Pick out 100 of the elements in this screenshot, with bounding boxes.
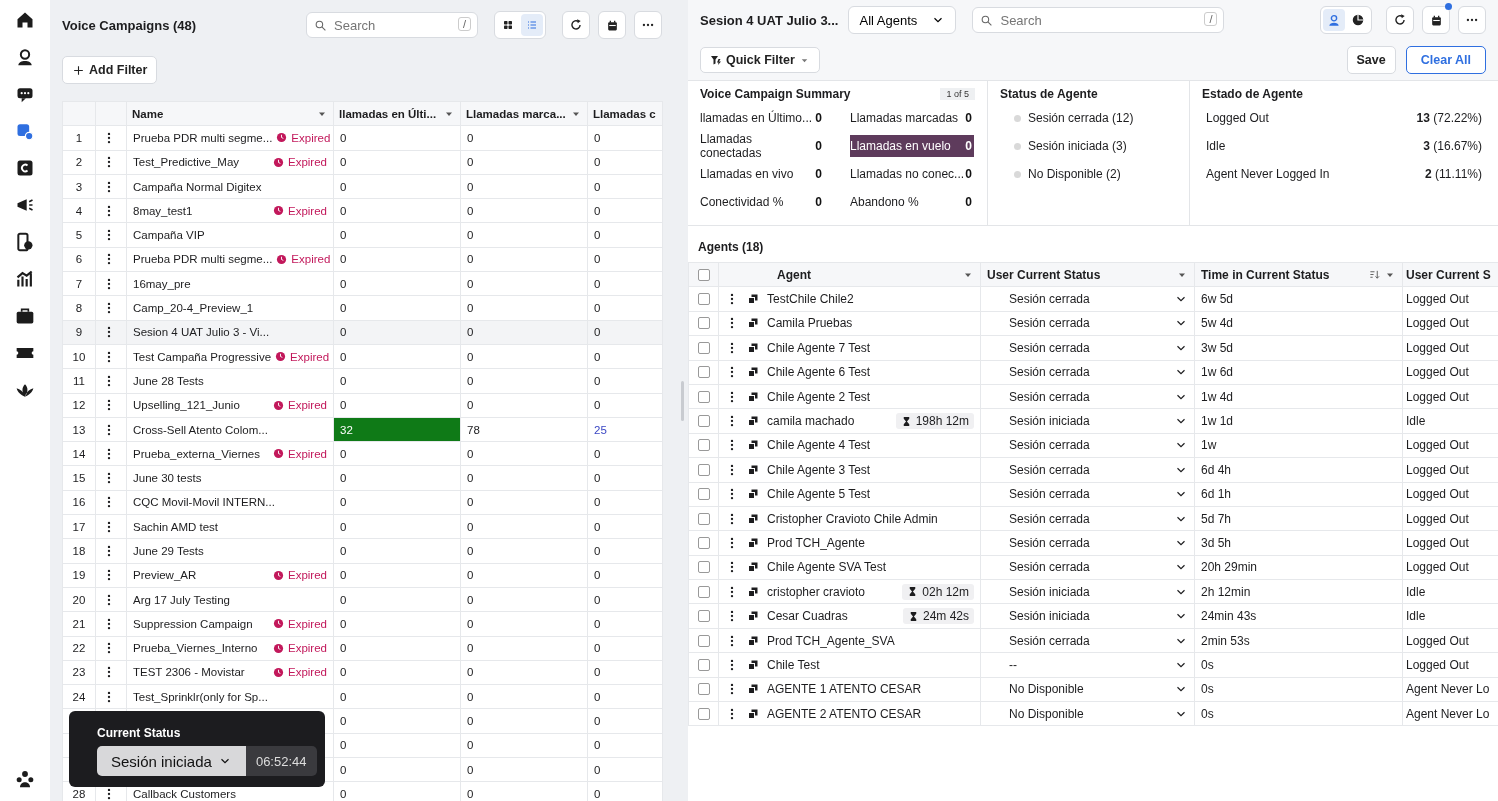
table-link[interactable]: 25 — [587, 417, 663, 442]
checkbox[interactable] — [697, 683, 710, 696]
checkbox[interactable] — [697, 585, 710, 598]
c-square-icon[interactable] — [15, 158, 35, 178]
column-header[interactable]: Name — [126, 101, 334, 126]
status-dropdown[interactable]: Sesión iniciada — [980, 603, 1195, 629]
checkbox[interactable] — [697, 610, 710, 623]
campaign-name-cell[interactable]: Campaña Normal Digitex — [126, 174, 334, 199]
campaign-name-cell[interactable]: June 29 Tests — [126, 538, 334, 564]
checkbox[interactable] — [697, 658, 710, 671]
table-cell: 0 — [587, 150, 663, 175]
refresh-button[interactable] — [1386, 6, 1414, 34]
status-dropdown[interactable]: No Disponible — [980, 701, 1195, 726]
refresh-button[interactable] — [562, 11, 590, 39]
calendar-button[interactable] — [598, 11, 626, 39]
status-dropdown[interactable]: Sesión cerrada — [980, 433, 1195, 458]
status-dropdown[interactable]: Sesión iniciada — [97, 746, 246, 776]
section-title: Agents (18) — [697, 239, 765, 256]
campaign-name-cell[interactable]: Campaña VIP — [126, 223, 334, 248]
checkbox[interactable] — [697, 366, 710, 379]
checkbox[interactable] — [697, 341, 710, 354]
metric: Llamadas conectadas 0 — [700, 135, 823, 157]
campaign-name-cell[interactable]: Test_Sprinklr(only for Sp... — [126, 684, 334, 709]
column-header[interactable]: User Current S — [1402, 262, 1498, 287]
checkbox[interactable] — [697, 317, 710, 330]
checkbox[interactable] — [697, 634, 710, 647]
status-dropdown[interactable]: Sesión cerrada — [980, 384, 1195, 409]
status-dropdown[interactable]: Sesión iniciada — [980, 408, 1195, 434]
checkbox[interactable] — [697, 537, 710, 549]
checkbox[interactable] — [697, 293, 710, 306]
checkbox[interactable] — [697, 488, 710, 501]
status-dropdown[interactable]: Sesión cerrada — [980, 482, 1195, 507]
checkbox[interactable] — [697, 463, 710, 476]
campaign-name-cell[interactable]: Prueba PDR multi segme... Expired — [126, 125, 334, 151]
status-dropdown[interactable]: Sesión cerrada — [980, 286, 1195, 312]
status-dropdown[interactable]: Sesión cerrada — [980, 457, 1195, 482]
clear-all-button[interactable]: Clear All — [1405, 46, 1486, 74]
resize-handle[interactable] — [680, 380, 684, 421]
campaign-name-cell[interactable]: Prueba PDR multi segme... Expired — [126, 247, 334, 272]
campaign-name-cell[interactable]: 8may_test1 Expired — [126, 198, 334, 223]
campaign-icon[interactable] — [15, 121, 35, 141]
status-dropdown[interactable]: Sesión cerrada — [980, 335, 1195, 361]
status-dropdown[interactable]: Sesión iniciada — [980, 579, 1195, 604]
quick-filter-button[interactable]: Quick Filter — [700, 47, 820, 73]
column-header[interactable]: User Current Status — [980, 262, 1195, 287]
device-clock-icon[interactable] — [15, 232, 35, 252]
campaign-name-cell[interactable]: June 28 Tests — [126, 368, 334, 394]
checkbox[interactable] — [697, 390, 710, 403]
campaign-name-cell[interactable]: Camp_20-4_Preview_1 — [126, 295, 334, 321]
checkbox[interactable] — [697, 439, 710, 452]
row-number: 5 — [62, 223, 96, 248]
briefcase-icon[interactable] — [15, 306, 35, 326]
column-header[interactable]: Time in Current Status — [1194, 262, 1403, 287]
agent-name[interactable]: camila machado — [767, 414, 888, 429]
checkbox[interactable] — [697, 268, 710, 281]
campaign-name-cell[interactable]: Cross-Sell Atento Colom... — [126, 417, 334, 442]
agent-filter-dropdown[interactable]: All Agents — [848, 6, 957, 34]
campaign-name-cell[interactable]: Suppression Campaign Expired — [126, 611, 334, 637]
agent-name[interactable]: Cesar Cuadras — [767, 609, 895, 624]
campaign-name-cell[interactable]: Arg 17 July Testing — [126, 587, 334, 612]
column-header[interactable]: Llamadas c — [587, 101, 663, 126]
bar-chart-icon[interactable] — [15, 269, 35, 289]
status-dropdown[interactable]: No Disponible — [980, 677, 1195, 702]
checkbox[interactable] — [697, 512, 710, 525]
campaign-name-cell[interactable]: Sesion 4 UAT Julio 3 - Vi... — [126, 320, 334, 345]
clock-icon — [276, 253, 288, 265]
campaign-name-cell[interactable]: Prueba_Viernes_Interno Expired — [126, 636, 334, 661]
home-icon[interactable] — [15, 10, 35, 30]
column-header[interactable]: Agent — [718, 262, 981, 287]
campaign-name-cell[interactable]: Sachin AMD test — [126, 514, 334, 539]
pager[interactable]: 1 of 5 — [940, 88, 975, 100]
status-dropdown[interactable]: Sesión cerrada — [980, 530, 1195, 556]
campaign-name-cell[interactable]: Preview_AR Expired — [126, 563, 334, 588]
campaign-name-cell[interactable]: June 30 tests — [126, 465, 334, 491]
status-dropdown[interactable]: Sesión cerrada — [980, 555, 1195, 580]
agent-name[interactable]: cristopher cravioto — [767, 584, 895, 599]
campaign-name-cell[interactable]: CQC Movil-Movil INTERN... — [126, 490, 334, 515]
column-header[interactable]: Llamadas marca... — [460, 101, 588, 126]
campaign-name-cell[interactable]: TEST 2306 - Movistar Expired — [126, 660, 334, 685]
checkbox[interactable] — [697, 415, 710, 428]
status-dropdown[interactable]: Sesión cerrada — [980, 311, 1195, 336]
status-dropdown[interactable]: Sesión cerrada — [980, 506, 1195, 531]
status-dropdown[interactable]: Sesión cerrada — [980, 360, 1195, 385]
status-dropdown[interactable]: Sesión cerrada — [980, 628, 1195, 653]
agent-card-icon — [747, 707, 759, 720]
save-button[interactable]: Save — [1346, 46, 1396, 74]
people-icon[interactable] — [15, 769, 35, 789]
campaign-name-cell[interactable]: Prueba_externa_Viernes Expired — [126, 441, 334, 466]
checkbox[interactable] — [697, 707, 710, 720]
campaign-name-cell[interactable]: 16may_pre — [126, 271, 334, 296]
add-filter-button[interactable]: Add Filter — [62, 56, 158, 84]
campaign-name-cell[interactable]: Upselling_121_Junio Expired — [126, 393, 334, 418]
agent-view-button[interactable] — [1323, 9, 1345, 31]
status-dropdown[interactable]: -- — [980, 652, 1195, 678]
campaign-name-cell[interactable]: Test Campaña Progressive Expired — [126, 344, 334, 369]
calendar-button[interactable] — [1422, 6, 1450, 34]
checkbox[interactable] — [697, 561, 710, 574]
campaign-name-cell[interactable]: Test_Predictive_May Expired — [126, 150, 334, 175]
table-cell: 0 — [587, 247, 663, 272]
column-header[interactable]: llamadas en Últi... — [333, 101, 461, 126]
